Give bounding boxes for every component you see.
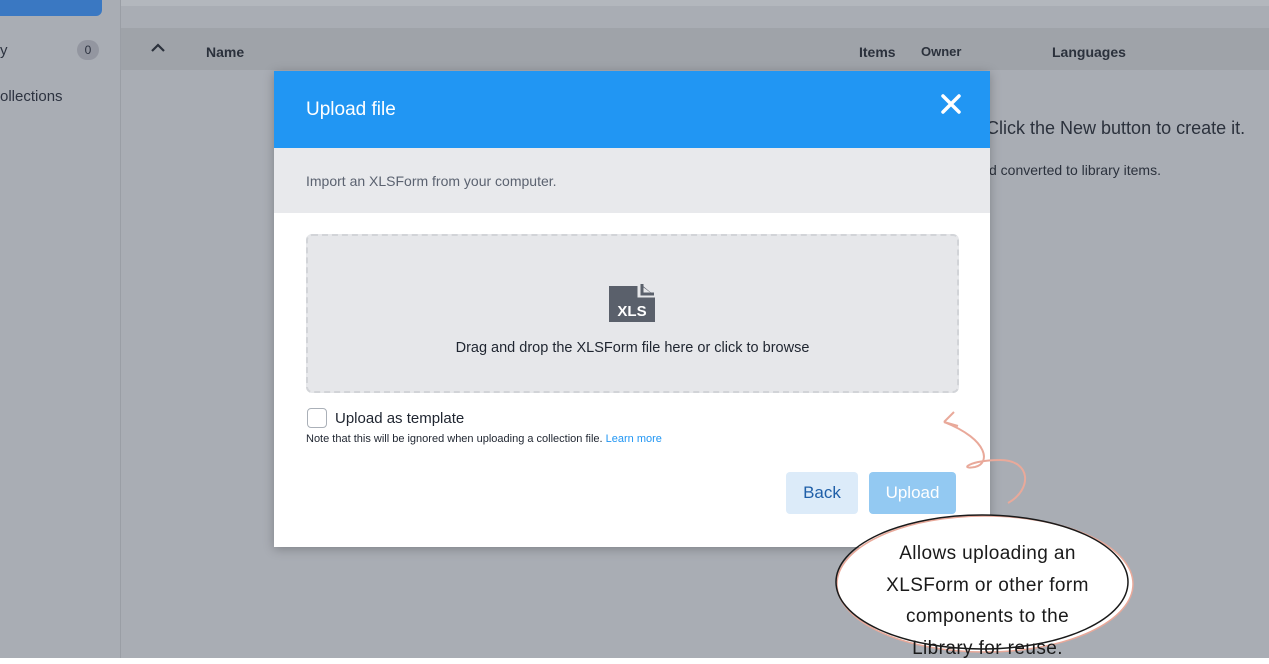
xls-icon-label: XLS bbox=[617, 303, 646, 320]
library-count-badge: 0 bbox=[77, 40, 99, 60]
modal-header: Upload file bbox=[274, 71, 990, 148]
chevron-up-icon[interactable] bbox=[151, 40, 165, 58]
empty-state-message: Click the New button to create it. bbox=[986, 118, 1245, 139]
callout-line-4: Library for reuse. bbox=[860, 633, 1115, 664]
modal-subtitle: Import an XLSForm from your computer. bbox=[306, 173, 557, 189]
dropzone-text: Drag and drop the XLSForm file here or c… bbox=[308, 340, 957, 356]
close-icon[interactable] bbox=[938, 91, 964, 117]
template-note: Note that this will be ignored when uplo… bbox=[306, 433, 662, 445]
column-header-owner[interactable]: Owner bbox=[921, 44, 961, 59]
top-strip bbox=[121, 0, 1269, 6]
sidebar: y 0 ollections bbox=[0, 0, 121, 658]
xls-file-icon: XLS bbox=[609, 282, 657, 327]
upload-file-modal: Upload file Import an XLSForm from your … bbox=[274, 71, 990, 547]
modal-subheader: Import an XLSForm from your computer. bbox=[274, 148, 990, 213]
callout-arrow bbox=[930, 400, 1040, 510]
callout-line-1: Allows uploading an bbox=[860, 538, 1115, 570]
sidebar-item-collections[interactable]: ollections bbox=[0, 88, 63, 105]
learn-more-link[interactable]: Learn more bbox=[606, 433, 662, 445]
sidebar-item-library[interactable]: y bbox=[0, 42, 8, 59]
empty-state-detail: d converted to library items. bbox=[989, 162, 1161, 178]
upload-as-template-checkbox[interactable] bbox=[307, 408, 327, 428]
callout-line-2: XLSForm or other form bbox=[860, 570, 1115, 602]
back-button[interactable]: Back bbox=[786, 472, 858, 514]
upload-as-template-label[interactable]: Upload as template bbox=[335, 410, 464, 427]
column-header-languages[interactable]: Languages bbox=[1052, 44, 1126, 60]
template-note-text: Note that this will be ignored when uplo… bbox=[306, 433, 603, 445]
callout-line-3: components to the bbox=[860, 601, 1115, 633]
file-dropzone[interactable]: XLS Drag and drop the XLSForm file here … bbox=[306, 234, 959, 393]
modal-title: Upload file bbox=[306, 99, 396, 121]
new-button[interactable] bbox=[0, 0, 102, 16]
callout-text: Allows uploading an XLSForm or other for… bbox=[860, 538, 1115, 664]
column-header-items[interactable]: Items bbox=[859, 44, 896, 60]
column-header-name[interactable]: Name bbox=[206, 44, 244, 60]
